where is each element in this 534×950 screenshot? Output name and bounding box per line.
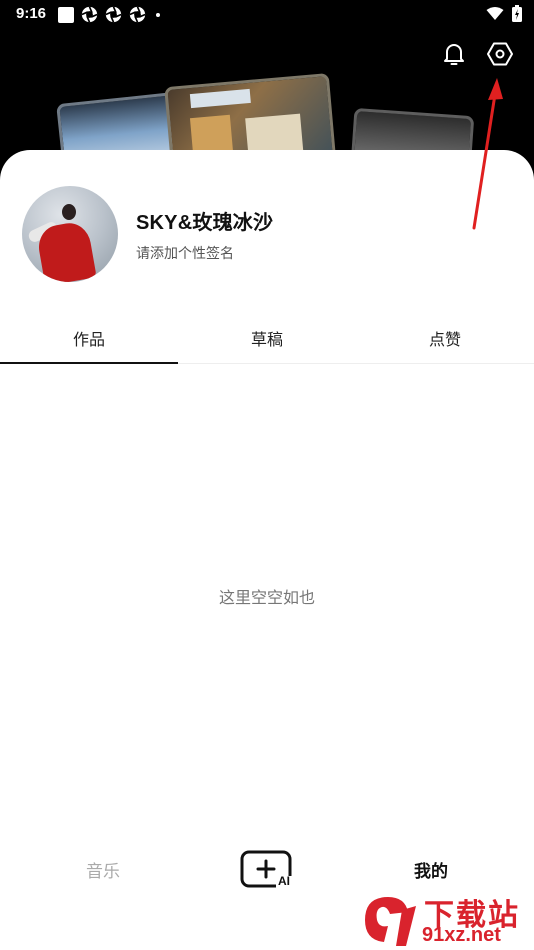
tab-likes[interactable]: 点赞 [356, 326, 534, 363]
notification-button[interactable] [440, 40, 468, 68]
profile-sheet: SKY&玫瑰冰沙 请添加个性签名 作品 草稿 点赞 这里空空如也 [0, 150, 534, 950]
nav-music[interactable]: 音乐 [86, 857, 120, 882]
aperture-icon [105, 6, 122, 23]
status-time: 9:16 [16, 5, 47, 22]
profile-info: SKY&玫瑰冰沙 请添加个性签名 [136, 206, 273, 263]
aperture-icon [129, 6, 146, 23]
username[interactable]: SKY&玫瑰冰沙 [136, 206, 273, 235]
system-icons [486, 5, 522, 22]
notification-icons [58, 6, 160, 23]
avatar[interactable] [22, 186, 118, 282]
status-bar: 9:16 [0, 0, 534, 28]
profile-header: SKY&玫瑰冰沙 请添加个性签名 [22, 186, 273, 282]
empty-state-message: 这里空空如也 [218, 590, 315, 607]
watermark-logo [365, 897, 416, 946]
watermark: 下载站 91xz.net [360, 888, 530, 948]
tab-drafts[interactable]: 草稿 [178, 326, 356, 363]
bell-icon [444, 44, 464, 65]
watermark-url: 91xz.net [422, 924, 501, 946]
content-tabs: 作品 草稿 点赞 [0, 326, 534, 364]
app-notification-icon [58, 6, 74, 23]
nav-mine[interactable]: 我的 [414, 857, 448, 882]
settings-hexagon-icon [487, 42, 513, 66]
create-ai-button[interactable]: AI [240, 850, 294, 890]
ai-badge: AI [278, 874, 290, 888]
wifi-icon [486, 7, 504, 20]
annotation-arrow [472, 78, 503, 230]
tab-works[interactable]: 作品 [0, 326, 178, 364]
settings-button[interactable] [486, 40, 514, 68]
battery-icon [512, 5, 522, 22]
more-notifications-icon [156, 12, 160, 17]
top-actions [440, 40, 514, 68]
signature[interactable]: 请添加个性签名 [136, 243, 273, 263]
aperture-icon [81, 6, 98, 23]
